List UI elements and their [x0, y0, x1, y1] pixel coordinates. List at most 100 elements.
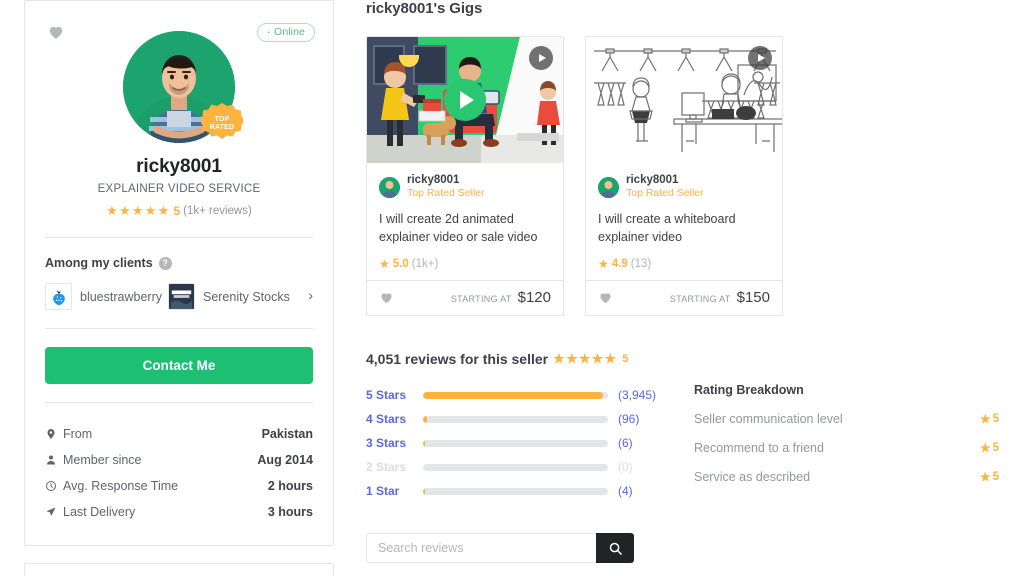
breakdown-label: Recommend to a friend	[694, 441, 824, 456]
stat-label: Avg. Response Time	[63, 479, 179, 493]
help-icon[interactable]: ?	[158, 256, 172, 270]
gig-body: ricky8001 Top Rated Seller I will create…	[367, 163, 563, 271]
reviews-section: 4,051 reviews for this seller ★★★★★ 5 5 …	[366, 351, 1006, 576]
rating-count: (1k+ reviews)	[183, 205, 252, 217]
histogram-count[interactable]: (3,945)	[618, 388, 666, 402]
user-icon	[45, 454, 63, 466]
search-icon	[609, 542, 622, 555]
histogram-count: (0)	[618, 460, 633, 475]
location-pin-icon	[45, 428, 63, 440]
gig-rating-value: 5.0	[392, 258, 409, 271]
rating-histogram-chart: 5 Stars (3,945) 4 Stars (96) 3 Stars (6)	[366, 383, 666, 503]
price-label: STARTING AT	[450, 294, 512, 305]
histogram-track	[423, 463, 608, 471]
favorite-heart-icon[interactable]	[47, 23, 65, 41]
play-small-icon[interactable]	[529, 46, 553, 70]
stat-from: From Pakistan	[45, 421, 313, 447]
rating-value: 5	[173, 204, 181, 218]
online-status-label: Online	[274, 26, 305, 38]
seller-summary-card: · Online TOP RATED ricky8001 EXPLAINER V…	[24, 0, 334, 546]
contact-me-button[interactable]: Contact Me	[45, 347, 313, 384]
top-rated-line1: TOP	[214, 115, 230, 123]
gig-body: ricky8001 Top Rated Seller I will create…	[586, 163, 782, 271]
histogram-count[interactable]: (6)	[618, 436, 666, 450]
play-small-icon[interactable]	[748, 46, 772, 70]
histogram-track	[423, 391, 608, 399]
stat-value: 2 hours	[267, 479, 313, 493]
gig-seller-name: ricky8001	[626, 174, 679, 186]
histogram-label[interactable]: 4 Stars	[366, 412, 423, 426]
gig-rating: ★ 4.9 (13)	[598, 257, 770, 271]
chevron-right-icon[interactable]: ›	[304, 287, 313, 303]
status-badge: ★ 5	[980, 441, 999, 455]
gig-seller-level: Top Rated Seller	[626, 187, 704, 200]
gig-seller[interactable]: ricky8001 Top Rated Seller	[598, 173, 770, 201]
gig-seller[interactable]: ricky8001 Top Rated Seller	[379, 173, 551, 201]
clients-list: bluestrawberry Serenity Stocks ›	[45, 283, 313, 310]
gig-description[interactable]: I will create 2d animated explainer vide…	[379, 211, 551, 247]
serenity-stocks-logo-icon	[167, 283, 195, 310]
histogram-count[interactable]: (96)	[618, 412, 666, 426]
stat-label: Last Delivery	[63, 505, 136, 519]
gig-rating-value: 4.9	[611, 258, 628, 271]
gig-rating-count: (1k+)	[411, 258, 439, 271]
breakdown-score: 5	[992, 413, 999, 426]
price-value: $120	[517, 289, 551, 307]
people-keep-coming-back-card: People keep coming back ?	[24, 563, 334, 576]
gig-seller-name: ricky8001	[407, 174, 460, 186]
histogram-label[interactable]: 5 Stars	[366, 388, 423, 402]
status-badge: ★ 5	[980, 470, 999, 484]
star-icon: ★	[979, 441, 991, 456]
table-row[interactable]: 4 Stars (96)	[366, 407, 666, 431]
gig-card[interactable]: ricky8001 Top Rated Seller I will create…	[366, 36, 564, 317]
gig-card[interactable]: ricky8001 Top Rated Seller I will create…	[585, 36, 783, 317]
table-row[interactable]: 5 Stars (3,945)	[366, 383, 666, 407]
review-search	[366, 533, 634, 564]
breakdown-score: 5	[992, 471, 999, 484]
avatar	[598, 176, 619, 198]
favorite-heart-icon[interactable]	[598, 290, 613, 305]
star-icon: ★	[979, 470, 991, 485]
table-row: Recommend to a friend ★ 5	[694, 441, 999, 455]
client-name: Serenity Stocks	[202, 289, 290, 304]
search-input[interactable]	[366, 533, 596, 564]
price-label: STARTING AT	[669, 294, 731, 305]
table-row[interactable]: 1 Star (4)	[366, 479, 666, 503]
reviews-score: 5	[622, 353, 629, 366]
histogram-label[interactable]: 1 Star	[366, 484, 423, 498]
table-row[interactable]: 3 Stars (6)	[366, 431, 666, 455]
main-column: ricky8001's Gigs ricky8001 Top Rated Sel…	[366, 0, 1006, 576]
gig-description[interactable]: I will create a whiteboard explainer vid…	[598, 211, 770, 247]
histogram-bar	[423, 439, 425, 447]
seller-profile-page: · Online TOP RATED ricky8001 EXPLAINER V…	[0, 0, 1024, 576]
stat-label: From	[63, 427, 93, 441]
histogram-track	[423, 439, 608, 447]
histogram-bar	[423, 415, 428, 423]
client-name: bluestrawberry	[80, 289, 162, 304]
gig-footer: STARTING AT $120	[367, 280, 563, 315]
rating-breakdown: Rating Breakdown Seller communication le…	[694, 351, 999, 576]
gig-thumbnail[interactable]	[367, 37, 563, 163]
histogram-bar	[423, 487, 425, 495]
play-button-icon[interactable]	[444, 79, 486, 121]
stat-value: Pakistan	[261, 427, 313, 441]
avatar[interactable]: TOP RATED	[123, 31, 243, 143]
list-item[interactable]: bluestrawberry	[45, 283, 162, 310]
stat-value: 3 hours	[267, 505, 313, 519]
gig-rating-count: (13)	[630, 258, 652, 271]
histogram-label[interactable]: 3 Stars	[366, 436, 423, 450]
reviews-count-label: 4,051 reviews for this seller	[366, 351, 549, 368]
divider	[45, 402, 313, 403]
favorite-heart-icon[interactable]	[379, 290, 394, 305]
gig-thumbnail[interactable]	[586, 37, 782, 163]
avatar	[379, 176, 400, 198]
search-button[interactable]	[596, 533, 634, 564]
list-item[interactable]: Serenity Stocks	[167, 283, 290, 310]
reviews-histogram: 4,051 reviews for this seller ★★★★★ 5 5 …	[366, 351, 666, 576]
stat-label: Member since	[63, 453, 142, 467]
among-clients-heading: Among my clients ?	[45, 256, 313, 270]
clock-icon	[45, 480, 63, 492]
histogram-label: 2 Stars	[366, 460, 407, 475]
histogram-count[interactable]: (4)	[618, 484, 666, 498]
table-row: Service as described ★ 5	[694, 470, 999, 484]
